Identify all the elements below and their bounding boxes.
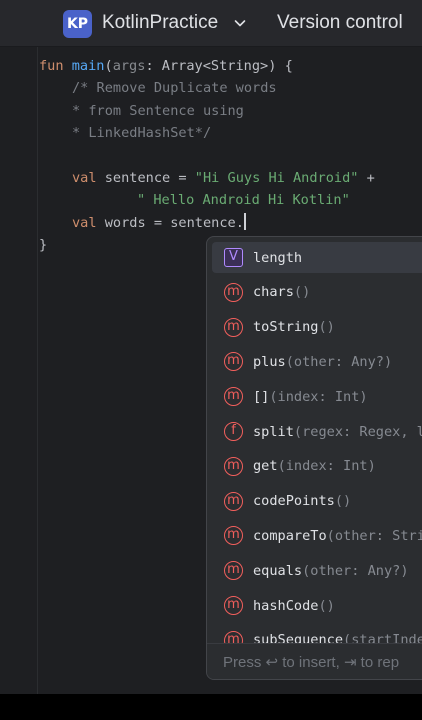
project-name[interactable]: KotlinPractice (102, 11, 218, 35)
bottom-bar (0, 694, 422, 720)
completion-item-name: plus (253, 353, 286, 370)
code-line: /* Remove Duplicate words (72, 77, 277, 99)
method-icon: m (224, 596, 243, 615)
completion-item-name: hashCode (253, 597, 319, 614)
completion-item-plus[interactable]: m plus (other: Any?) (212, 346, 422, 377)
method-icon: m (224, 282, 243, 302)
completion-item-signature: () (334, 493, 352, 510)
completion-item-name: length (253, 249, 303, 266)
completion-item-subSequence[interactable]: m subSequence (startInde (212, 625, 422, 643)
method-icon: m (224, 526, 243, 546)
method-icon: m (224, 630, 243, 643)
completion-item-signature: (regex: Regex, l (293, 423, 422, 440)
method-icon: m (224, 491, 243, 511)
completion-item-signature: () (318, 319, 335, 336)
completion-item-signature: (index: Int) (277, 458, 376, 475)
code-token: val (72, 170, 105, 186)
completion-item-name: codePoints (253, 493, 335, 510)
code-line: * from Sentence using (72, 100, 244, 122)
code-line: " Hello Android Hi Kotlin" (137, 189, 350, 211)
method-icon: m (224, 387, 243, 407)
function-icon: f (224, 422, 243, 441)
completion-item-signature: (other: Any?) (285, 353, 393, 370)
completion-item-equals[interactable]: m equals (other: Any?) (212, 555, 422, 586)
code-line: } (39, 234, 47, 256)
completion-item-compareTo[interactable]: m compareTo (other: Stri (212, 520, 422, 551)
method-icon: m (224, 352, 243, 372)
method-icon: m (224, 561, 243, 581)
completion-item-name: get (253, 458, 278, 475)
title-bar: KP KotlinPractice Version control (0, 0, 422, 47)
code-token: words = sentence. (104, 214, 244, 231)
code-token: + (358, 170, 375, 186)
code-token: : Array<String>) { (145, 58, 293, 74)
completion-hint: Press ↩ to insert, ⇥ to rep (223, 654, 400, 671)
code-token: ( (104, 58, 113, 74)
text-caret (243, 212, 246, 230)
completion-item-signature: (other: Any?) (302, 562, 409, 579)
completion-item-signature: () (293, 284, 311, 301)
code-token: sentence = (104, 170, 195, 186)
project-badge[interactable]: KP (63, 10, 92, 38)
completion-item-signature: (startInde (343, 632, 422, 643)
code-token: args (112, 58, 146, 74)
completion-item-name: toString (253, 319, 319, 336)
completion-item-length[interactable]: Vlength (212, 242, 422, 273)
code-token: main (71, 58, 105, 74)
property-icon: V (224, 248, 243, 267)
completion-item-name: equals (253, 562, 303, 579)
completion-item-signature: (index: Int) (269, 388, 368, 405)
completion-list: Vlength m chars() m toString() m plus (other: A… (207, 237, 422, 643)
completion-item-toString[interactable]: m toString() (212, 312, 422, 343)
completion-item-name: subSequence (253, 632, 344, 643)
completion-item-name: chars (253, 284, 294, 301)
code-token: } (39, 237, 48, 254)
code-line: fun main(args: Array<String>) { (39, 55, 293, 77)
completion-item-name: [] (253, 388, 270, 405)
completion-item-signature: () (318, 597, 335, 614)
method-icon: m (224, 317, 243, 337)
code-line: val words = sentence. (72, 212, 246, 234)
completion-item-codePoints[interactable]: m codePoints() (212, 486, 422, 517)
completion-item-name: split (253, 423, 294, 440)
completion-item-hashCode[interactable]: m hashCode() (212, 590, 422, 621)
code-token: val (72, 214, 105, 231)
chevron-down-icon[interactable] (232, 15, 248, 31)
completion-item-chars[interactable]: m chars() (212, 277, 422, 308)
completion-item-index[interactable]: m [] (index: Int) (212, 381, 422, 412)
code-token: /* Remove Duplicate words (72, 80, 277, 97)
completion-popup: Vlength m chars() m toString() m plus (other: A… (206, 236, 422, 680)
completion-item-signature: (other: Stri (326, 527, 422, 544)
code-line: val sentence = "Hi Guys Hi Android" + (72, 167, 375, 189)
completion-item-split[interactable]: f split (regex: Regex, l (212, 416, 422, 447)
code-line: * LinkedHashSet*/ (72, 122, 211, 144)
completion-footer: Press ↩ to insert, ⇥ to rep (207, 643, 422, 679)
completion-item-get[interactable]: m get (index: Int) (212, 451, 422, 482)
completion-item-name: compareTo (253, 527, 327, 544)
code-token: " Hello Android Hi Kotlin" (137, 192, 350, 209)
code-token: * LinkedHashSet*/ (72, 125, 212, 142)
version-control-menu[interactable]: Version control (277, 11, 403, 35)
code-token: fun (39, 58, 72, 74)
method-icon: m (224, 456, 243, 476)
code-token: "Hi Guys Hi Android" (194, 170, 359, 186)
code-token: * from Sentence using (72, 102, 244, 119)
editor-gutter (37, 47, 38, 694)
